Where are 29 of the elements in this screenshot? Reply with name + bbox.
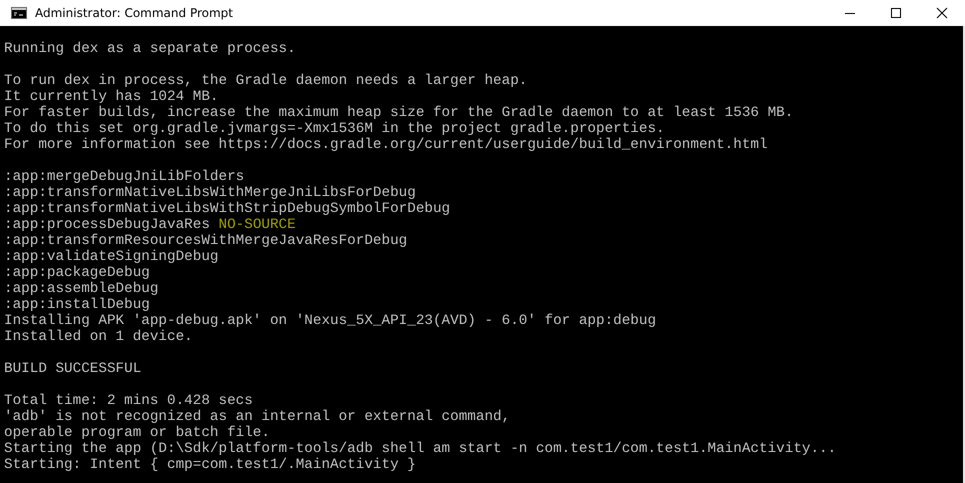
maximize-icon bbox=[890, 7, 902, 19]
console-line: :app:transformNativeLibsWithStripDebugSymbolForDebug bbox=[4, 201, 450, 217]
console-line: For faster builds, increase the maximum heap size for the Gradle daemon to at least 1536 MB. bbox=[4, 105, 794, 121]
console-line: 'adb' is not recognized as an internal or external command, bbox=[4, 409, 510, 425]
console-line: BUILD SUCCESSFUL bbox=[4, 361, 142, 377]
console-line: :app:transformNativeLibsWithMergeJniLibsForDebug bbox=[4, 185, 416, 201]
console-line: :app:installDebug bbox=[4, 297, 150, 313]
console-line: Starting: Intent { cmp=com.test1/.MainActivity } bbox=[4, 457, 416, 473]
console-line: It currently has 1024 MB. bbox=[4, 89, 218, 105]
console-line: :app:validateSigningDebug bbox=[4, 249, 218, 265]
console-line: :app:packageDebug bbox=[4, 265, 150, 281]
console-line: Running dex as a separate process. bbox=[4, 41, 296, 57]
console-line: :app:assembleDebug bbox=[4, 281, 158, 297]
console-line: Starting the app (D:\Sdk/platform-tools/adb shell am start -n com.test1/com.test1.MainActivity... bbox=[4, 441, 836, 457]
console-line: Installed on 1 device. bbox=[4, 329, 193, 345]
window-title: Administrator: Command Prompt bbox=[35, 6, 233, 20]
close-icon bbox=[936, 7, 948, 19]
scrollbar[interactable] bbox=[963, 26, 965, 483]
console-line: To run dex in process, the Gradle daemon needs a larger heap. bbox=[4, 73, 528, 89]
console-line: :app:transformResourcesWithMergeJavaResForDebug bbox=[4, 233, 408, 249]
console-line: For more information see https://docs.gradle.org/current/userguide/build_environment.html bbox=[4, 137, 768, 153]
console-line: :app:processDebugJavaRes bbox=[4, 217, 210, 233]
console-line: operable program or batch file. bbox=[4, 425, 270, 441]
console-app-icon bbox=[11, 7, 27, 19]
console-line: To do this set org.gradle.jvmargs=-Xmx1536M in the project gradle.properties. bbox=[4, 121, 665, 137]
console-line: :app:mergeDebugJniLibFolders bbox=[4, 169, 244, 185]
status-tag: NO-SOURCE bbox=[218, 217, 296, 233]
console-line: Installing APK 'app-debug.apk' on 'Nexus_5X_API_23(AVD) - 6.0' for app:debug bbox=[4, 313, 656, 329]
console-line: Total time: 2 mins 0.428 secs bbox=[4, 393, 253, 409]
